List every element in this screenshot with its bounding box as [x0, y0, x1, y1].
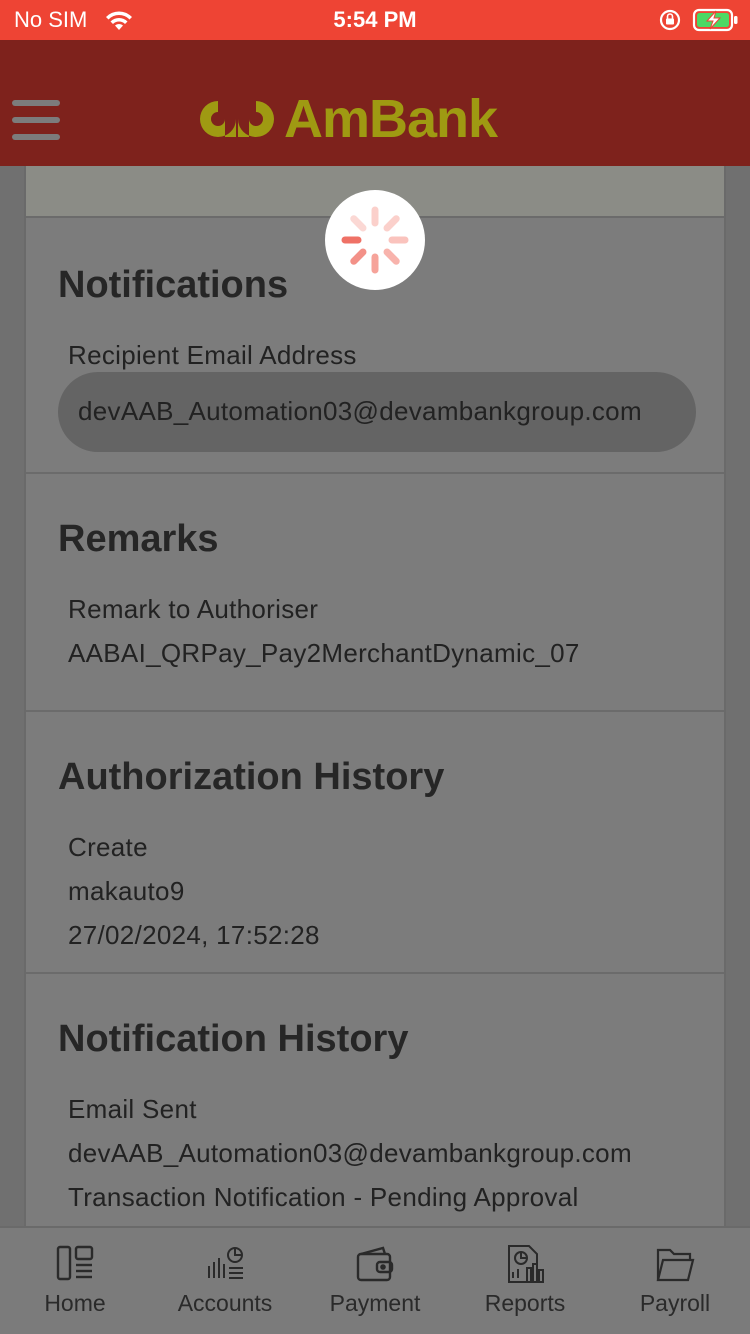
- nav-payment[interactable]: Payment: [300, 1228, 450, 1334]
- nav-reports-label: Reports: [484, 1290, 566, 1316]
- nav-payroll-label: Payroll: [639, 1290, 711, 1316]
- hamburger-menu-icon[interactable]: [12, 100, 60, 140]
- notification-history-title: Notification History: [58, 1018, 409, 1060]
- recipient-email-field[interactable]: devAAB_Automation03@devambankgroup.com: [58, 372, 696, 452]
- recipient-email-value: devAAB_Automation03@devambankgroup.com: [78, 396, 642, 426]
- auth-timestamp: 27/02/2024, 17:52:28: [68, 920, 320, 950]
- ambank-logo-mark-icon: [200, 101, 274, 137]
- auth-action: Create: [68, 832, 148, 862]
- nav-reports[interactable]: Reports: [450, 1228, 600, 1334]
- remarks-title: Remarks: [58, 518, 219, 560]
- transaction-detail-card: Notifications Recipient Email Address de…: [24, 166, 726, 1226]
- bottom-navigation: Home Accounts Payment Reports Payroll: [0, 1226, 750, 1334]
- notif-recipient: devAAB_Automation03@devambankgroup.com: [68, 1138, 632, 1168]
- notif-subject: Transaction Notification - Pending Appro…: [68, 1182, 579, 1212]
- battery-charging-icon: [692, 7, 740, 33]
- home-icon: [56, 1245, 94, 1281]
- auth-user: makauto9: [68, 876, 185, 906]
- app-header: AmBank: [0, 40, 750, 166]
- rotation-lock-icon: [658, 8, 682, 32]
- nav-home-label: Home: [44, 1290, 106, 1316]
- recipient-email-label: Recipient Email Address: [68, 340, 357, 370]
- remarks-section: Remarks Remark to Authoriser AABAI_QRPay…: [26, 474, 724, 712]
- remark-value: AABAI_QRPay_Pay2MerchantDynamic_07: [68, 638, 580, 668]
- status-bar: No SIM 5:54 PM: [0, 0, 750, 40]
- nav-payment-label: Payment: [329, 1290, 421, 1316]
- remark-label: Remark to Authoriser: [68, 594, 319, 624]
- authorization-history-title: Authorization History: [58, 756, 445, 798]
- notif-event: Email Sent: [68, 1094, 197, 1124]
- nav-payroll[interactable]: Payroll: [600, 1228, 750, 1334]
- notifications-title: Notifications: [58, 264, 289, 306]
- authorization-history-section: Authorization History Create makauto9 27…: [26, 712, 724, 974]
- loading-spinner-icon: [325, 190, 425, 290]
- ambank-logo: AmBank: [196, 89, 498, 149]
- reports-icon: [508, 1245, 544, 1283]
- accounts-icon: [208, 1247, 243, 1279]
- notification-history-section: Notification History Email Sent devAAB_A…: [26, 974, 724, 1226]
- nav-accounts-label: Accounts: [177, 1290, 273, 1316]
- clock: 5:54 PM: [333, 7, 417, 32]
- logo-text: AmBank: [284, 89, 498, 149]
- folder-icon: [656, 1248, 695, 1282]
- wallet-icon: [356, 1246, 394, 1282]
- nav-home[interactable]: Home: [0, 1228, 150, 1334]
- nav-accounts[interactable]: Accounts: [150, 1228, 300, 1334]
